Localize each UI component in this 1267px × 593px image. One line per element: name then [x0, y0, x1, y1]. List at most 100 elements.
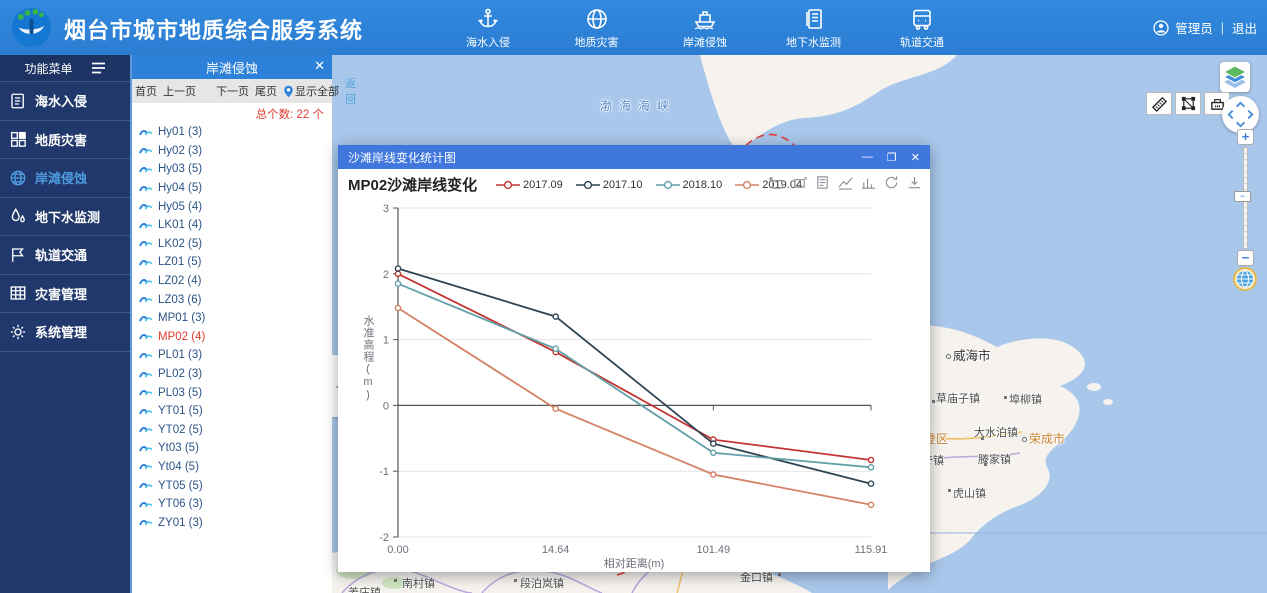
- sidebar-item-5[interactable]: 灾害管理: [0, 275, 130, 314]
- measure-distance-button[interactable]: [1146, 92, 1172, 115]
- location-pin-icon: [283, 85, 295, 98]
- monitor-point-icon: [139, 443, 153, 454]
- sidebar-item-label: 海水入侵: [35, 91, 87, 110]
- list-item-ZY01[interactable]: ZY01 (3): [132, 513, 332, 532]
- list-item-label: Yt03 (5): [158, 442, 199, 454]
- measure-area-button[interactable]: [1175, 92, 1201, 115]
- squares-icon: [9, 130, 27, 148]
- list-item-label: LK02 (5): [158, 238, 202, 250]
- layer-switcher-button[interactable]: [1220, 62, 1250, 92]
- list-item-YT06[interactable]: YT06 (3): [132, 495, 332, 514]
- sidebar-item-2[interactable]: 岸滩侵蚀: [0, 159, 130, 198]
- user-name[interactable]: 管理员: [1175, 18, 1213, 37]
- legend-item-2017.09[interactable]: 2017.09: [496, 179, 563, 191]
- list-item-Hy02[interactable]: Hy02 (3): [132, 142, 332, 161]
- list-item-Hy04[interactable]: Hy04 (5): [132, 179, 332, 198]
- legend-item-2018.10[interactable]: 2018.10: [656, 179, 723, 191]
- legend-label: 2017.09: [523, 179, 563, 191]
- zoom-reset-icon[interactable]: [792, 175, 807, 190]
- list-item-LK01[interactable]: LK01 (4): [132, 216, 332, 235]
- list-item-Hy01[interactable]: Hy01 (3): [132, 123, 332, 142]
- zoom-slider-handle[interactable]: −: [1234, 191, 1251, 202]
- top-nav-item-2[interactable]: 岸滩侵蚀: [667, 6, 743, 50]
- list-item-YT02[interactable]: YT02 (5): [132, 421, 332, 440]
- list-item-PL03[interactable]: PL03 (5): [132, 383, 332, 402]
- top-nav-item-4[interactable]: 轨道交通: [884, 6, 960, 50]
- globe-reset-icon: [1233, 267, 1257, 291]
- line-chart: 3210-1-20.0014.64101.49115.91: [338, 169, 930, 572]
- ruler-icon: [1151, 95, 1168, 112]
- x-axis-label: 相对距离(m): [534, 555, 734, 571]
- svg-text:0.00: 0.00: [387, 544, 408, 556]
- map-reset-button[interactable]: [1233, 267, 1257, 296]
- separator: |: [1221, 21, 1224, 35]
- top-nav-item-1[interactable]: 地质灾害: [559, 6, 635, 50]
- minimize-button[interactable]: —: [862, 151, 873, 164]
- monitor-point-icon: [139, 257, 153, 268]
- sidebar-item-label: 系统管理: [35, 322, 87, 341]
- list-item-YT05[interactable]: YT05 (5): [132, 476, 332, 495]
- legend-marker-icon: [656, 180, 680, 190]
- sidebar-item-label: 轨道交通: [35, 245, 87, 264]
- back-button[interactable]: 返回: [345, 75, 356, 107]
- sidebar-item-6[interactable]: 系统管理: [0, 313, 130, 352]
- list-item-label: LZ03 (6): [158, 294, 201, 306]
- panel-close-button[interactable]: ✕: [314, 58, 325, 74]
- list-item-Yt04[interactable]: Yt04 (5): [132, 458, 332, 477]
- data-zoom-icon[interactable]: [769, 175, 784, 190]
- hamburger-icon[interactable]: [91, 62, 106, 74]
- zoom-in-button[interactable]: +: [1237, 129, 1254, 145]
- pagination-next-button[interactable]: 下一页: [216, 83, 249, 99]
- list-item-MP02[interactable]: MP02 (4): [132, 328, 332, 347]
- monitor-point-icon: [139, 480, 153, 491]
- sidebar-title: 功能菜单: [24, 60, 72, 77]
- map-pan-control[interactable]: [1222, 96, 1259, 133]
- map-label-town: 草庙子镇: [936, 390, 980, 406]
- bar-chart-icon[interactable]: [861, 175, 876, 190]
- sidebar-item-4[interactable]: 轨道交通: [0, 236, 130, 275]
- top-nav-item-0[interactable]: 海水入侵: [450, 6, 526, 50]
- svg-text:3: 3: [383, 203, 389, 215]
- list-item-YT01[interactable]: YT01 (5): [132, 402, 332, 421]
- zoom-out-button[interactable]: −: [1237, 250, 1254, 266]
- show-all-button[interactable]: 显示全部: [283, 83, 339, 99]
- list-item-LZ01[interactable]: LZ01 (5): [132, 253, 332, 272]
- sidebar-item-3[interactable]: 地下水监测: [0, 198, 130, 237]
- data-view-icon[interactable]: [815, 175, 830, 190]
- list-item-PL02[interactable]: PL02 (3): [132, 365, 332, 384]
- pagination-bar: 首页上一页下一页尾页显示全部返回: [132, 79, 332, 103]
- list-item-Hy03[interactable]: Hy03 (5): [132, 160, 332, 179]
- map-label-town: 段泊岚镇: [520, 575, 564, 591]
- legend-label: 2018.10: [683, 179, 723, 191]
- maximize-button[interactable]: ❐: [887, 151, 897, 164]
- page-title: 烟台市城市地质综合服务系统: [64, 13, 363, 45]
- pagination-first-button[interactable]: 首页: [135, 83, 157, 99]
- dialog-titlebar[interactable]: 沙滩岸线变化统计图 — ❐ ✕: [338, 145, 930, 169]
- save-image-icon[interactable]: [907, 175, 922, 190]
- monitor-point-icon: [139, 238, 153, 249]
- restore-icon[interactable]: [884, 175, 899, 190]
- list-item-PL01[interactable]: PL01 (3): [132, 346, 332, 365]
- top-nav-item-3[interactable]: 地下水监测: [776, 6, 852, 50]
- monitor-point-icon: [139, 294, 153, 305]
- logout-button[interactable]: 退出: [1232, 18, 1257, 37]
- list-item-label: YT06 (3): [158, 498, 203, 510]
- shoreline-chart-dialog: 沙滩岸线变化统计图 — ❐ ✕ MP02沙滩岸线变化 2017.092017.1…: [338, 145, 930, 572]
- pagination-last-button[interactable]: 尾页: [255, 83, 277, 99]
- pagination-prev-button[interactable]: 上一页: [163, 83, 196, 99]
- list-item-label: LK01 (4): [158, 219, 202, 231]
- legend-item-2017.10[interactable]: 2017.10: [576, 179, 643, 191]
- list-item-Hy05[interactable]: Hy05 (4): [132, 197, 332, 216]
- list-item-Yt03[interactable]: Yt03 (5): [132, 439, 332, 458]
- list-item-LZ02[interactable]: LZ02 (4): [132, 272, 332, 291]
- list-item-LZ03[interactable]: LZ03 (6): [132, 290, 332, 309]
- sidebar-item-1[interactable]: 地质灾害: [0, 121, 130, 160]
- line-chart-icon[interactable]: [838, 175, 853, 190]
- list-item-MP01[interactable]: MP01 (3): [132, 309, 332, 328]
- top-nav-label: 海水入侵: [450, 34, 526, 50]
- list-item-LK02[interactable]: LK02 (5): [132, 235, 332, 254]
- ship-icon: [667, 6, 743, 32]
- sidebar-item-0[interactable]: 海水入侵: [0, 82, 130, 121]
- close-icon[interactable]: ✕: [911, 151, 920, 164]
- table-icon: [9, 284, 27, 302]
